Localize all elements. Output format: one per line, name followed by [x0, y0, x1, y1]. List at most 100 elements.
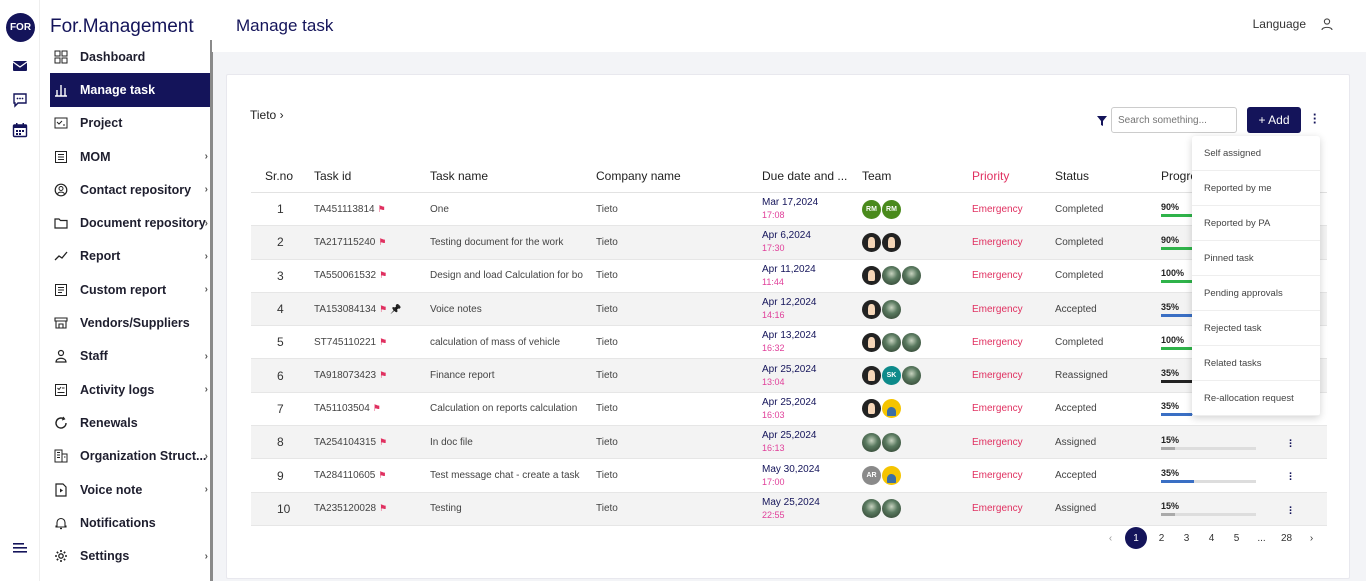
page-button[interactable]: 3	[1174, 533, 1199, 544]
avatar[interactable]	[882, 399, 901, 419]
filter-icon[interactable]	[1096, 114, 1108, 126]
user-icon[interactable]	[1320, 17, 1334, 31]
task-name[interactable]: Calculation on reports calculation	[430, 403, 596, 414]
row-options-icon[interactable]: ···	[1289, 436, 1293, 453]
flag-icon[interactable]: ⚑	[379, 337, 387, 348]
avatar[interactable]	[882, 332, 901, 352]
flag-icon[interactable]: ⚑	[373, 403, 381, 414]
table-row[interactable]: 1 TA451113814 ⚑ One Tieto Mar 17,2024 17:08 RM R…	[251, 193, 1327, 227]
column-header[interactable]: Priority	[972, 169, 1055, 183]
table-row[interactable]: 8 TA254104315 ⚑ In doc file Tieto Apr 25,2024…	[251, 426, 1327, 460]
avatar[interactable]	[902, 266, 921, 286]
menu-item[interactable]: Pinned task	[1192, 241, 1320, 276]
menu-item[interactable]: Reported by me	[1192, 171, 1320, 206]
sidebar-item-project[interactable]: Project	[50, 107, 210, 140]
avatar[interactable]	[882, 266, 901, 286]
table-row[interactable]: 10 TA235120028 ⚑ Testing Tieto May 25,2024 22:…	[251, 492, 1327, 526]
task-name[interactable]: Test message chat - create a task	[430, 470, 596, 481]
table-row[interactable]: 7 TA51103504 ⚑ Calculation on reports calcu…	[251, 393, 1327, 427]
task-name[interactable]: Testing	[430, 503, 596, 514]
menu-item[interactable]: Self assigned	[1192, 136, 1320, 171]
sidebar-item-report[interactable]: Report ›	[50, 240, 210, 273]
avatar[interactable]	[882, 232, 901, 252]
menu-item[interactable]: Rejected task	[1192, 311, 1320, 346]
sidebar-item-contact-repository[interactable]: Contact repository ›	[50, 173, 210, 206]
sidebar-item-staff[interactable]: Staff ›	[50, 340, 210, 373]
task-id[interactable]: TA51103504	[314, 403, 370, 414]
task-id[interactable]: ST745110221	[314, 337, 376, 348]
task-name[interactable]: Voice notes	[430, 304, 596, 315]
column-header[interactable]: Due date and ...	[762, 170, 862, 182]
mail-icon[interactable]	[12, 58, 28, 74]
task-id[interactable]: TA254104315	[314, 437, 376, 448]
table-row[interactable]: 6 TA918073423 ⚑ Finance report Tieto Apr 25,2…	[251, 359, 1327, 393]
page-button[interactable]: 4	[1199, 533, 1224, 544]
task-name[interactable]: Testing document for the work	[430, 237, 596, 248]
more-options-icon[interactable]: · · ·	[1312, 108, 1318, 129]
avatar[interactable]	[862, 266, 881, 286]
page-button[interactable]: 1	[1125, 527, 1147, 549]
flag-icon[interactable]: ⚑	[379, 304, 387, 315]
sidebar-item-voice-note[interactable]: Voice note ›	[50, 473, 210, 506]
avatar[interactable]: RM	[882, 199, 901, 219]
task-id[interactable]: TA153084134	[314, 304, 376, 315]
sidebar-item-dashboard[interactable]: Dashboard	[50, 40, 210, 73]
sidebar-item-vendors-suppliers[interactable]: Vendors/Suppliers	[50, 306, 210, 339]
pin-icon[interactable]: 📌	[390, 304, 401, 315]
task-id[interactable]: TA550061532	[314, 270, 376, 281]
table-row[interactable]: 3 TA550061532 ⚑ Design and load Calculation…	[251, 260, 1327, 293]
column-header[interactable]: Status	[1055, 169, 1161, 183]
flag-icon[interactable]: ⚑	[379, 503, 387, 514]
table-row[interactable]: 2 TA217115240 ⚑ Testing document for the wo…	[251, 226, 1327, 260]
menu-item[interactable]: Pending approvals	[1192, 276, 1320, 311]
menu-item[interactable]: Reported by PA	[1192, 206, 1320, 241]
flag-icon[interactable]: ⚑	[378, 237, 386, 248]
column-header[interactable]: Task id	[314, 169, 430, 183]
chat-icon[interactable]	[12, 92, 28, 108]
task-id[interactable]: TA217115240	[314, 237, 375, 248]
avatar[interactable]	[862, 299, 881, 319]
avatar[interactable]	[882, 432, 901, 452]
sidebar-item-notifications[interactable]: Notifications	[50, 506, 210, 539]
table-row[interactable]: 4 TA153084134 ⚑ 📌 Voice notes Tieto Apr 12,202…	[251, 292, 1327, 327]
avatar[interactable]	[862, 432, 881, 452]
column-header[interactable]: Company name	[596, 169, 762, 183]
menu-item[interactable]: Re-allocation request	[1192, 381, 1320, 416]
flag-icon[interactable]: ⚑	[379, 437, 387, 448]
row-options-icon[interactable]: ···	[1289, 469, 1293, 486]
page-button[interactable]: 2	[1149, 533, 1174, 544]
task-name[interactable]: calculation of mass of vehicle	[430, 337, 596, 348]
avatar[interactable]	[862, 366, 881, 386]
flag-icon[interactable]: ⚑	[378, 470, 386, 481]
avatar[interactable]: SK	[882, 366, 901, 386]
menu-item[interactable]: Related tasks	[1192, 346, 1320, 381]
flag-icon[interactable]: ⚑	[379, 270, 387, 281]
sidebar-item-document-repository[interactable]: Document repository ›	[50, 206, 210, 239]
avatar[interactable]	[902, 332, 921, 352]
avatar[interactable]: AR	[862, 466, 881, 486]
sidebar-scrollbar[interactable]	[210, 40, 213, 581]
app-logo[interactable]: FOR	[6, 13, 35, 42]
column-header[interactable]: Team	[862, 169, 972, 183]
avatar[interactable]	[882, 299, 901, 319]
avatar[interactable]	[862, 499, 881, 519]
add-task-button[interactable]: + Add	[1247, 107, 1301, 133]
sidebar-item-manage-task[interactable]: Manage task	[50, 73, 210, 107]
language-selector[interactable]: Language	[1253, 17, 1306, 31]
avatar[interactable]	[862, 232, 881, 252]
prev-page-button[interactable]: ‹	[1098, 533, 1123, 544]
menu-icon[interactable]	[12, 540, 28, 556]
task-name[interactable]: Design and load Calculation for bo	[430, 270, 596, 281]
avatar[interactable]	[862, 399, 881, 419]
sidebar-item-renewals[interactable]: Renewals	[50, 406, 210, 439]
sidebar-item-organization-struct[interactable]: Organization Struct... ›	[50, 440, 210, 473]
page-button[interactable]: 28	[1274, 533, 1299, 544]
task-name[interactable]: In doc file	[430, 437, 596, 448]
breadcrumb[interactable]: Tieto ›	[250, 108, 284, 122]
task-name[interactable]: Finance report	[430, 370, 596, 381]
avatar[interactable]	[862, 332, 881, 352]
task-id[interactable]: TA918073423	[314, 370, 376, 381]
search-input[interactable]	[1111, 107, 1237, 133]
page-button[interactable]: 5	[1224, 533, 1249, 544]
calendar-icon[interactable]	[12, 122, 28, 138]
